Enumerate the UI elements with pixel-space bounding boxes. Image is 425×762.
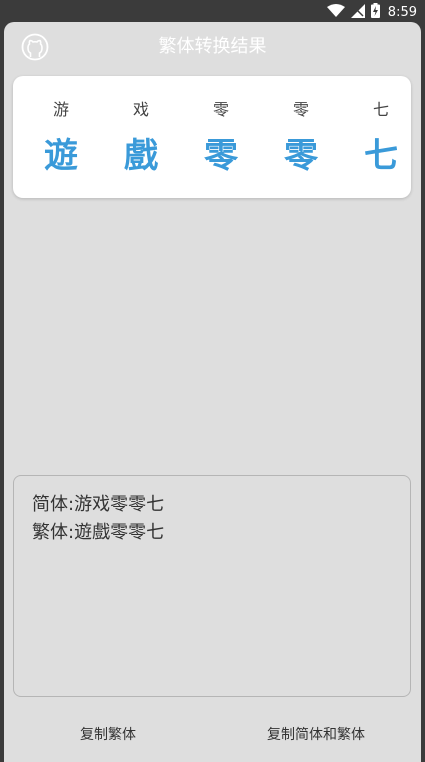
char-pair: 零 零 [193,76,249,198]
signal-icon [350,3,365,22]
simplified-char: 游 [52,100,69,119]
char-pair: 游 遊 [33,76,89,198]
conversion-dialog: 繁体转换结果 游 遊 戏 戲 零 零 零 零 七 七 简体:游戏零零七 繁体:遊… [4,22,421,762]
dialog-title: 繁体转换结果 [158,36,267,57]
copy-traditional-button[interactable]: 复制繁体 [60,718,156,752]
simplified-char: 七 [372,100,389,119]
status-bar: 8:59 [0,0,425,24]
simplified-char: 零 [212,100,229,119]
wifi-icon [326,3,345,22]
battery-charging-icon [370,2,380,22]
char-pair: 零 零 [273,76,329,198]
char-pair: 戏 戲 [113,76,169,198]
simplified-char: 零 [292,100,309,119]
result-text-box[interactable]: 简体:游戏零零七 繁体:遊戲零零七 [13,475,411,697]
traditional-char: 遊 [44,136,78,176]
traditional-char: 七 [364,136,398,176]
traditional-result-line: 繁体:遊戲零零七 [32,522,165,543]
status-time: 8:59 [387,4,417,20]
simplified-char: 戏 [132,100,149,119]
simplified-result-line: 简体:游戏零零七 [32,494,165,515]
traditional-char: 戲 [124,136,158,176]
character-card: 游 遊 戏 戲 零 零 零 零 七 七 [13,76,411,198]
traditional-char: 零 [284,136,318,176]
dialog-titlebar: 繁体转换结果 [4,22,421,72]
copy-both-button[interactable]: 复制简体和繁体 [250,718,382,752]
status-icons: 8:59 [326,2,417,22]
traditional-char: 零 [204,136,238,176]
char-pair: 七 七 [353,76,409,198]
